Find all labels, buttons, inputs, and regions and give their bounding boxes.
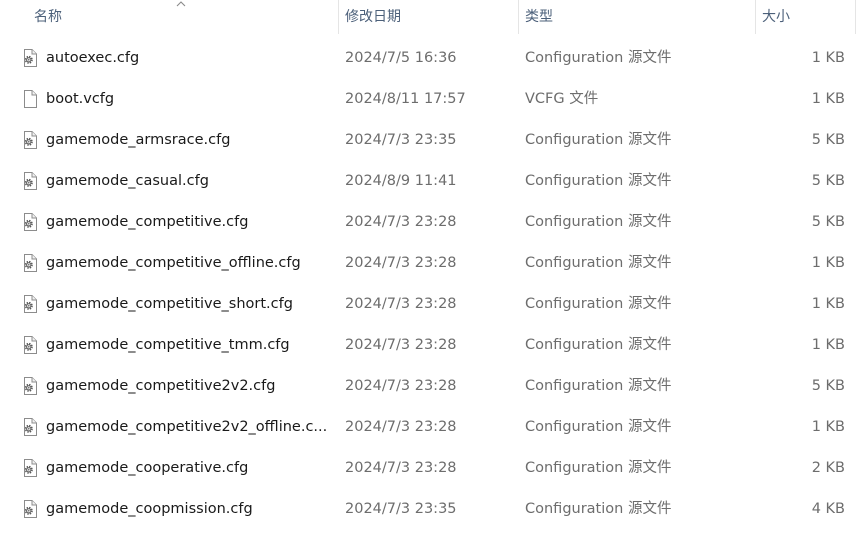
- file-row[interactable]: gamemode_competitive.cfg 2024/7/3 23:28 …: [0, 202, 867, 243]
- column-divider[interactable]: [855, 0, 856, 34]
- column-header-name[interactable]: 名称: [0, 0, 338, 34]
- file-size: 5 KB: [811, 214, 845, 230]
- file-type: Configuration 源文件: [525, 296, 672, 312]
- file-row[interactable]: gamemode_competitive2v2_offline.c... 202…: [0, 407, 867, 448]
- file-size: 1 KB: [811, 50, 845, 66]
- file-name[interactable]: gamemode_competitive2v2_offline.c...: [46, 407, 332, 448]
- file-modified-date: 2024/7/3 23:28: [345, 419, 457, 435]
- file-size: 1 KB: [811, 296, 845, 312]
- file-modified-date: 2024/8/11 17:57: [345, 91, 466, 107]
- file-type: Configuration 源文件: [525, 132, 672, 148]
- config-file-icon: [24, 254, 37, 272]
- file-row[interactable]: gamemode_competitive_short.cfg 2024/7/3 …: [0, 284, 867, 325]
- file-name[interactable]: gamemode_casual.cfg: [46, 161, 332, 202]
- file-type: Configuration 源文件: [525, 173, 672, 189]
- file-name[interactable]: gamemode_competitive_offline.cfg: [46, 243, 332, 284]
- file-type: Configuration 源文件: [525, 378, 672, 394]
- file-modified-date: 2024/7/3 23:28: [345, 255, 457, 271]
- file-row[interactable]: gamemode_competitive_offline.cfg 2024/7/…: [0, 243, 867, 284]
- config-file-icon: [24, 418, 37, 436]
- file-explorer-list: 名称 修改日期 类型 大小 autoexec.cfg 2024/7/5 16:3…: [0, 0, 867, 540]
- file-modified-date: 2024/7/3 23:35: [345, 132, 457, 148]
- file-type: Configuration 源文件: [525, 255, 672, 271]
- file-size: 1 KB: [811, 91, 845, 107]
- file-modified-date: 2024/7/3 23:28: [345, 378, 457, 394]
- file-row[interactable]: boot.vcfg 2024/8/11 17:57 VCFG 文件 1 KB: [0, 79, 867, 120]
- file-name[interactable]: gamemode_armsrace.cfg: [46, 120, 332, 161]
- blank-file-icon: [24, 90, 37, 108]
- sort-ascending-icon: [176, 1, 186, 7]
- file-row[interactable]: autoexec.cfg 2024/7/5 16:36 Configuratio…: [0, 38, 867, 79]
- file-name[interactable]: gamemode_coopmission.cfg: [46, 489, 332, 530]
- column-header-type[interactable]: 类型: [519, 0, 755, 34]
- column-header-date[interactable]: 修改日期: [339, 0, 518, 34]
- column-header-type-label: 类型: [525, 9, 553, 25]
- file-row[interactable]: gamemode_cooperative.cfg 2024/7/3 23:28 …: [0, 448, 867, 489]
- file-row[interactable]: gamemode_competitive_tmm.cfg 2024/7/3 23…: [0, 325, 867, 366]
- file-modified-date: 2024/7/5 16:36: [345, 50, 457, 66]
- column-header-date-label: 修改日期: [345, 9, 401, 25]
- file-modified-date: 2024/7/3 23:28: [345, 337, 457, 353]
- file-type: Configuration 源文件: [525, 337, 672, 353]
- file-name[interactable]: boot.vcfg: [46, 79, 332, 120]
- config-file-icon: [24, 336, 37, 354]
- file-type: VCFG 文件: [525, 91, 599, 107]
- file-size: 1 KB: [811, 255, 845, 271]
- file-size: 2 KB: [811, 460, 845, 476]
- file-rows: autoexec.cfg 2024/7/5 16:36 Configuratio…: [0, 38, 867, 530]
- file-modified-date: 2024/7/3 23:28: [345, 460, 457, 476]
- config-file-icon: [24, 459, 37, 477]
- column-header-size[interactable]: 大小: [756, 0, 855, 34]
- file-modified-date: 2024/8/9 11:41: [345, 173, 457, 189]
- file-row[interactable]: gamemode_competitive2v2.cfg 2024/7/3 23:…: [0, 366, 867, 407]
- column-header-name-label: 名称: [34, 9, 62, 25]
- file-size: 5 KB: [811, 132, 845, 148]
- config-file-icon: [24, 213, 37, 231]
- file-size: 4 KB: [811, 501, 845, 517]
- config-file-icon: [24, 377, 37, 395]
- file-type: Configuration 源文件: [525, 214, 672, 230]
- file-type: Configuration 源文件: [525, 501, 672, 517]
- file-size: 1 KB: [811, 419, 845, 435]
- file-size: 5 KB: [811, 378, 845, 394]
- file-name[interactable]: gamemode_competitive2v2.cfg: [46, 366, 332, 407]
- file-type: Configuration 源文件: [525, 419, 672, 435]
- file-name[interactable]: gamemode_competitive.cfg: [46, 202, 332, 243]
- file-name[interactable]: autoexec.cfg: [46, 38, 332, 79]
- file-row[interactable]: gamemode_armsrace.cfg 2024/7/3 23:35 Con…: [0, 120, 867, 161]
- file-type: Configuration 源文件: [525, 50, 672, 66]
- file-type: Configuration 源文件: [525, 460, 672, 476]
- column-header-bar: 名称 修改日期 类型 大小: [0, 0, 867, 34]
- file-name[interactable]: gamemode_competitive_short.cfg: [46, 284, 332, 325]
- file-name[interactable]: gamemode_cooperative.cfg: [46, 448, 332, 489]
- file-name[interactable]: gamemode_competitive_tmm.cfg: [46, 325, 332, 366]
- column-header-size-label: 大小: [762, 9, 790, 25]
- file-row[interactable]: gamemode_coopmission.cfg 2024/7/3 23:35 …: [0, 489, 867, 530]
- file-row[interactable]: gamemode_casual.cfg 2024/8/9 11:41 Confi…: [0, 161, 867, 202]
- file-modified-date: 2024/7/3 23:35: [345, 501, 457, 517]
- config-file-icon: [24, 500, 37, 518]
- file-modified-date: 2024/7/3 23:28: [345, 296, 457, 312]
- config-file-icon: [24, 172, 37, 190]
- file-modified-date: 2024/7/3 23:28: [345, 214, 457, 230]
- config-file-icon: [24, 49, 37, 67]
- config-file-icon: [24, 295, 37, 313]
- file-size: 1 KB: [811, 337, 845, 353]
- file-size: 5 KB: [811, 173, 845, 189]
- config-file-icon: [24, 131, 37, 149]
